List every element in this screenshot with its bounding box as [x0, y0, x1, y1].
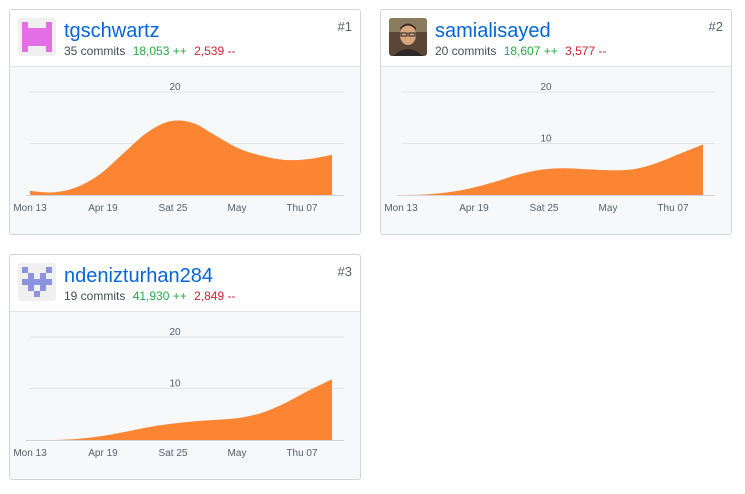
commit-count: 19 commits: [64, 289, 126, 303]
avatar[interactable]: [18, 263, 56, 301]
avatar[interactable]: [18, 18, 56, 56]
avatar[interactable]: [389, 18, 427, 56]
contribution-chart: 10 20 Mon 13 Apr 19 Sat 25 May Thu 07: [381, 67, 731, 234]
deletions-count: 2,849 --: [194, 289, 236, 303]
rank-label: #2: [708, 19, 723, 34]
x-tick-label: Sat 25: [159, 448, 188, 459]
contribution-stats: 35 commits 18,053 ++ 2,539 --: [64, 44, 235, 58]
x-tick-label: Apr 19: [88, 203, 118, 214]
x-tick-label: Sat 25: [530, 203, 559, 214]
contributor-header: tgschwartz 35 commits 18,053 ++ 2,539 --…: [10, 10, 360, 67]
commit-count: 35 commits: [64, 44, 126, 58]
x-tick-label: Mon 13: [13, 203, 47, 214]
x-tick-label: Thu 07: [657, 203, 689, 214]
x-tick-label: Sat 25: [159, 203, 188, 214]
additions-count: 18,053 ++: [132, 44, 187, 58]
x-tick-label: Thu 07: [286, 203, 318, 214]
username-link[interactable]: samialisayed: [435, 19, 551, 43]
additions-count: 41,930 ++: [132, 289, 187, 303]
contribution-area[interactable]: [401, 144, 703, 195]
x-tick-label: May: [228, 203, 247, 214]
contributor-card: samialisayed 20 commits 18,607 ++ 3,577 …: [380, 9, 732, 235]
y-tick-label: 20: [540, 82, 552, 93]
y-tick-label: 10: [540, 134, 552, 145]
additions-count: 18,607 ++: [503, 44, 558, 58]
x-tick-label: May: [228, 448, 247, 459]
rank-label: #3: [337, 264, 352, 279]
contributor-header: samialisayed 20 commits 18,607 ++ 3,577 …: [381, 10, 731, 67]
commit-count: 20 commits: [435, 44, 497, 58]
x-tick-label: Mon 13: [384, 203, 418, 214]
x-tick-label: Thu 07: [286, 448, 318, 459]
username-link[interactable]: tgschwartz: [64, 19, 160, 43]
contribution-stats: 19 commits 41,930 ++ 2,849 --: [64, 289, 235, 303]
y-tick-label: 20: [169, 82, 181, 93]
deletions-count: 2,539 --: [194, 44, 236, 58]
contribution-chart-svg: 1020Mon 13Apr 19Sat 25MayThu 07: [13, 82, 344, 214]
username-link[interactable]: ndenizturhan284: [64, 264, 213, 288]
x-tick-label: Mon 13: [13, 448, 47, 459]
rank-label: #1: [337, 19, 352, 34]
contributor-card: ndenizturhan284 19 commits 41,930 ++ 2,8…: [9, 254, 361, 480]
contribution-area[interactable]: [30, 120, 332, 195]
identicon-icon: [18, 263, 56, 301]
contribution-chart-svg: 10 20 Mon 13 Apr 19 Sat 25 May Thu 07: [13, 327, 344, 459]
y-tick-label: 20: [169, 327, 181, 338]
identicon-icon: [18, 18, 56, 56]
x-tick-label: Apr 19: [459, 203, 489, 214]
user-photo-icon: [389, 18, 427, 56]
x-tick-label: Apr 19: [88, 448, 118, 459]
contribution-chart-svg: 10 20 Mon 13 Apr 19 Sat 25 May Thu 07: [384, 82, 715, 214]
deletions-count: 3,577 --: [565, 44, 607, 58]
contribution-stats: 20 commits 18,607 ++ 3,577 --: [435, 44, 606, 58]
x-tick-label: May: [599, 203, 618, 214]
contributor-card: tgschwartz 35 commits 18,053 ++ 2,539 --…: [9, 9, 361, 235]
y-tick-label: 10: [169, 379, 181, 390]
contributor-header: ndenizturhan284 19 commits 41,930 ++ 2,8…: [10, 255, 360, 312]
contribution-chart: 1020Mon 13Apr 19Sat 25MayThu 07: [10, 67, 360, 234]
contribution-chart: 10 20 Mon 13 Apr 19 Sat 25 May Thu 07: [10, 312, 360, 479]
